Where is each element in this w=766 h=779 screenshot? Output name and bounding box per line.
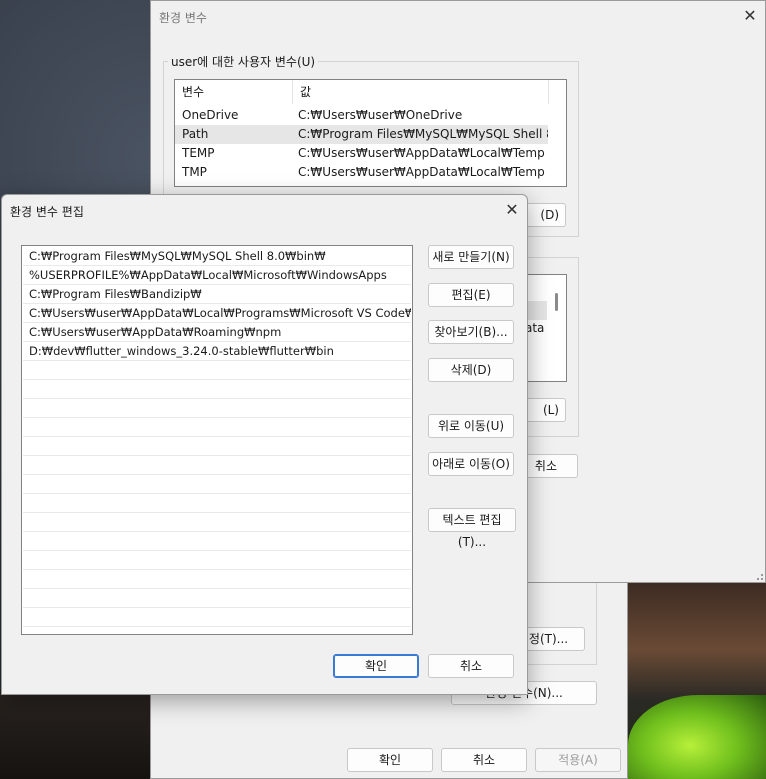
empty-row[interactable] [23, 608, 411, 627]
delete-button[interactable]: 삭제(D) [428, 358, 514, 382]
user-variables-label: user에 대한 사용자 변수(U) [171, 55, 316, 69]
var-name: OneDrive [182, 108, 239, 122]
var-value: C:₩Users₩user₩AppData₩Local₩Temp [298, 165, 545, 179]
table-row[interactable]: Path C:₩Program Files₩MySQL₩MySQL Shell … [175, 125, 548, 144]
move-up-button[interactable]: 위로 이동(U) [428, 414, 514, 438]
empty-row[interactable] [23, 475, 411, 494]
list-item[interactable]: C:₩Users₩user₩AppData₩Local₩Programs₩Mic… [23, 304, 411, 323]
cancel-button[interactable]: 취소 [428, 654, 514, 678]
empty-row[interactable] [23, 456, 411, 475]
table-row[interactable]: OneDrive C:₩Users₩user₩OneDrive [175, 106, 566, 125]
ok-button[interactable]: 확인 [333, 654, 419, 678]
list-item[interactable]: C:₩Users₩user₩AppData₩Roaming₩npm [23, 323, 411, 342]
empty-row[interactable] [23, 399, 411, 418]
var-name: TMP [182, 165, 207, 179]
browse-button[interactable]: 찾아보기(B)... [428, 320, 514, 344]
window-title: 환경 변수 [159, 11, 207, 25]
list-item[interactable]: C:₩Program Files₩MySQL₩MySQL Shell 8.0₩b… [23, 247, 411, 266]
var-value: C:₩Users₩user₩OneDrive [298, 108, 463, 122]
empty-row[interactable] [23, 494, 411, 513]
list-header: 변수 값 [175, 80, 566, 104]
dialog-title: 환경 변수 편집 [10, 205, 84, 219]
empty-row[interactable] [23, 570, 411, 589]
user-variables-list[interactable]: 변수 값 OneDrive C:₩Users₩user₩OneDrive Pat… [174, 79, 567, 187]
var-value: C:₩Program Files₩MySQL₩MySQL Shell 8.... [298, 127, 548, 141]
empty-row[interactable] [23, 551, 411, 570]
bottom-button-bar: 확인 취소 적용(A) [150, 738, 628, 779]
list-item[interactable]: C:₩Program Files₩Bandizip₩ [23, 285, 411, 304]
list-item[interactable]: %USERPROFILE%₩AppData₩Local₩Microsoft₩Wi… [23, 266, 411, 285]
edit-environment-variable-dialog: 환경 변수 편집 ✕ C:₩Program Files₩MySQL₩MySQL … [1, 194, 528, 695]
close-button[interactable]: ✕ [738, 5, 762, 27]
empty-row[interactable] [23, 418, 411, 437]
edit-button[interactable]: 편집(E) [428, 283, 514, 307]
empty-row[interactable] [23, 437, 411, 456]
close-icon: ✕ [743, 6, 757, 25]
var-name: TEMP [182, 146, 215, 160]
table-row[interactable]: TMP C:₩Users₩user₩AppData₩Local₩Temp [175, 163, 566, 182]
list-item[interactable]: D:₩dev₩flutter_windows_3.24.0-stable₩flu… [23, 342, 411, 361]
back-ok-button[interactable]: 확인 [347, 748, 433, 772]
empty-row[interactable] [23, 589, 411, 608]
resize-grip-icon[interactable] [757, 574, 763, 580]
column-header-value[interactable]: 값 [293, 80, 549, 104]
scrollbar-thumb[interactable] [555, 293, 558, 311]
empty-row[interactable] [23, 380, 411, 399]
dialog-close-button[interactable]: ✕ [500, 199, 524, 221]
close-icon: ✕ [505, 200, 519, 219]
empty-row[interactable] [23, 361, 411, 380]
empty-row[interactable] [23, 532, 411, 551]
new-button[interactable]: 새로 만들기(N) [428, 245, 514, 269]
apply-button[interactable]: 적용(A) [535, 748, 621, 772]
table-row[interactable]: TEMP C:₩Users₩user₩AppData₩Local₩Temp [175, 144, 566, 163]
var-name: Path [182, 127, 209, 141]
move-down-button[interactable]: 아래로 이동(O) [428, 452, 514, 476]
column-header-name[interactable]: 변수 [175, 80, 293, 104]
dialog-title-bar: 환경 변수 편집 ✕ [2, 195, 527, 225]
wallpaper-ground [0, 690, 150, 779]
var-value: C:₩Users₩user₩AppData₩Local₩Temp [298, 146, 545, 160]
edit-text-button[interactable]: 텍스트 편집(T)... [428, 508, 516, 549]
back-cancel-button[interactable]: 취소 [441, 748, 527, 772]
path-list[interactable]: C:₩Program Files₩MySQL₩MySQL Shell 8.0₩b… [21, 245, 413, 635]
title-bar: 환경 변수 ✕ [151, 1, 765, 31]
empty-row[interactable] [23, 513, 411, 532]
